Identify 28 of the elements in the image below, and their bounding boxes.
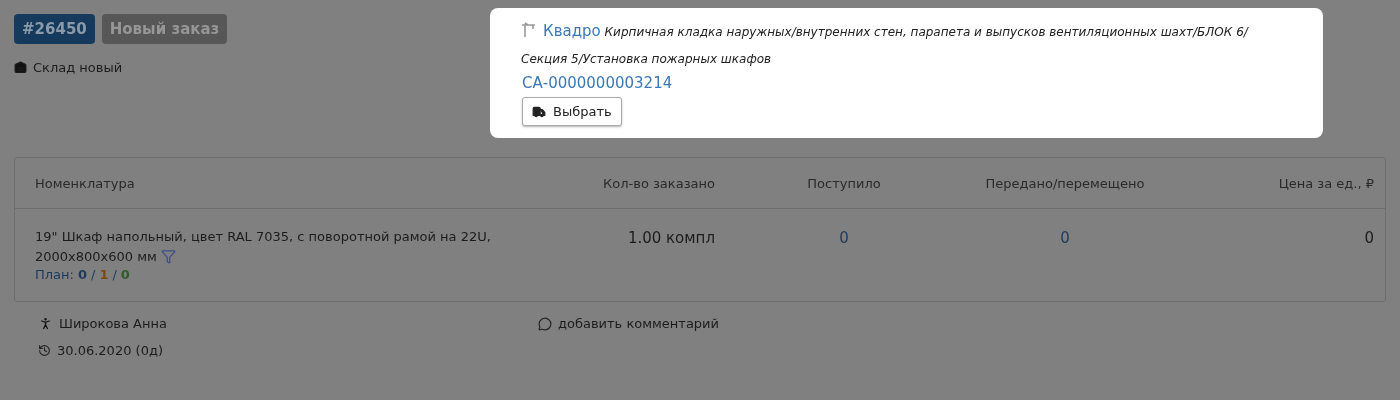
column-header: Номенклатура [35, 175, 136, 191]
filter-icon[interactable] [161, 249, 176, 264]
column-header: Кол-во заказано [602, 175, 715, 191]
crane-icon [521, 22, 537, 38]
column-header: Передано/перемещено [984, 175, 1146, 191]
warehouse-name: Склад новый [33, 60, 123, 75]
ordered-quantity: 1.00 компл [626, 229, 715, 247]
transferred-quantity: 0 [1059, 229, 1071, 247]
document-code-link[interactable]: СА-0000000003214 [522, 73, 1283, 93]
author-name: Широкова Анна [59, 316, 167, 331]
item-name: 19" Шкаф напольный, цвет RAL 7035, с поворотной рамой на 22U, 2000x800x600 мм [35, 228, 492, 266]
due-date: 30.06.2020 (0д) [57, 343, 163, 358]
unit-price: 0 [1363, 229, 1374, 247]
comment-icon [538, 316, 552, 331]
truck-icon [532, 104, 546, 119]
select-button[interactable]: Выбрать [522, 97, 622, 126]
warehouse-icon [14, 61, 27, 74]
column-header: Цена за ед., ₽ [1277, 175, 1374, 191]
add-comment-link[interactable]: добавить комментарий [558, 316, 719, 331]
order-status-badge: Новый заказ [101, 14, 228, 44]
received-quantity: 0 [838, 229, 850, 247]
work-description: Квадро Кирпичная кладка наружных/внутренних стен, парапета и выпусков вентиляционных шахт/БЛОК 6/Секция 5/Установка пожарных шкафов [521, 21, 1250, 68]
column-header: Поступило [806, 175, 882, 191]
contractor-link[interactable]: Квадро [543, 22, 601, 40]
order-number-badge: #26450 [14, 14, 95, 44]
person-icon [38, 316, 53, 331]
plan-line: План: 0 / 1 / 0 [35, 267, 131, 282]
history-icon [38, 344, 51, 357]
